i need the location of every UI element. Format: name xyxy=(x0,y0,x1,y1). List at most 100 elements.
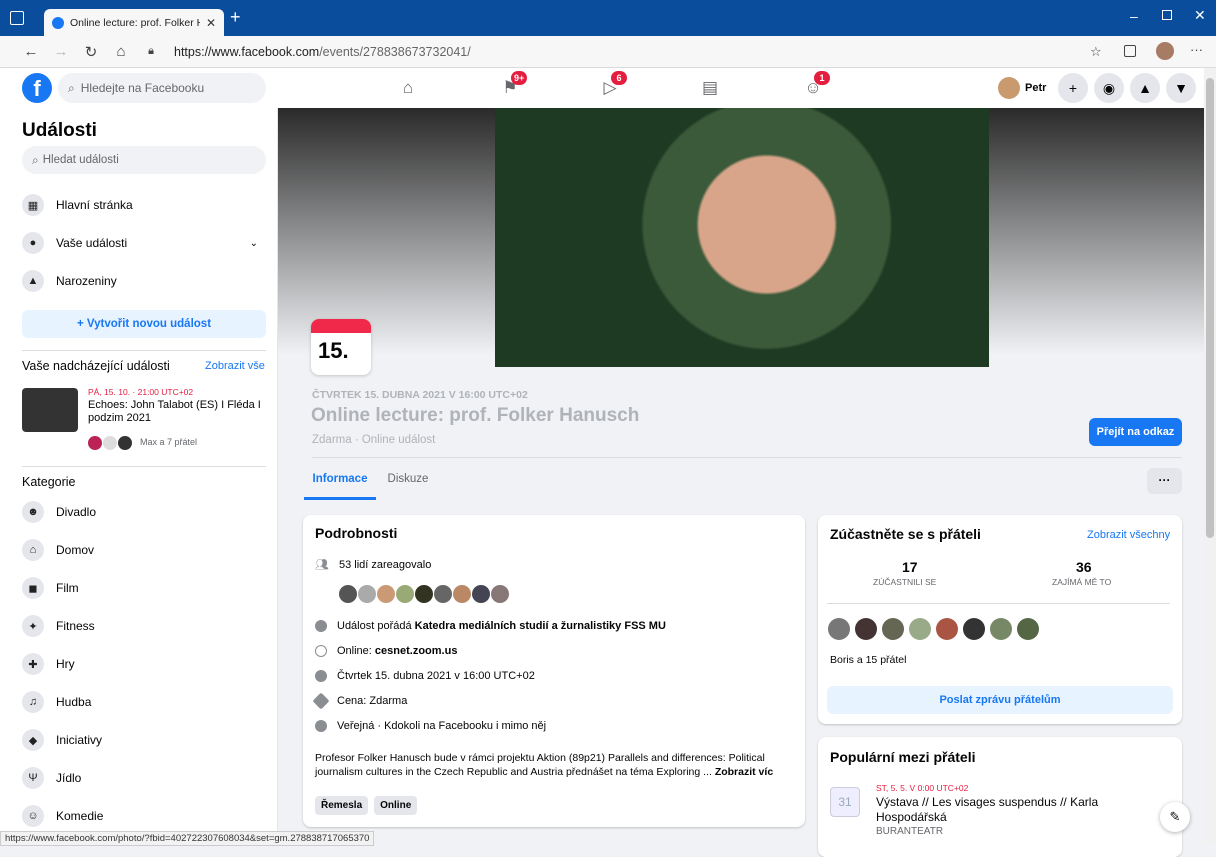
host-link[interactable]: Katedra mediálních studií a žurnalistiky… xyxy=(415,620,666,632)
attended-count[interactable]: 17 xyxy=(902,559,918,575)
collections-icon[interactable] xyxy=(1124,45,1136,57)
date-badge-day: 15. xyxy=(318,338,349,363)
reacted-avatars[interactable] xyxy=(339,585,510,603)
favorite-star-icon[interactable]: ☆ xyxy=(1090,44,1102,60)
refresh-icon[interactable]: ↻ xyxy=(76,43,106,61)
popular-event-title[interactable]: Výstava // Les visages suspendus // Karl… xyxy=(876,795,1136,825)
pages-nav-icon[interactable]: ⚑ 9+ xyxy=(497,71,528,100)
category-komedie[interactable]: ☺ Komedie xyxy=(22,805,103,827)
back-arrow-icon[interactable]: ← xyxy=(16,43,46,60)
friend-avatars[interactable] xyxy=(828,618,1040,640)
online-link[interactable]: cesnet.zoom.us xyxy=(375,645,458,657)
browser-tab[interactable]: Online lecture: prof. Folker Hanu ✕ xyxy=(44,9,224,36)
event-subtitle: Zdarma · Online událost xyxy=(312,434,436,446)
create-event-button[interactable]: + Vytvořit novou událost xyxy=(22,310,266,338)
time-text: Čtvrtek 15. dubna 2021 v 16:00 UTC+02 xyxy=(337,670,535,682)
attend-with-friends-card: Zúčastněte se s přáteli Zobrazit všechny… xyxy=(818,515,1182,724)
interested-count[interactable]: 36 xyxy=(1076,559,1092,575)
minimize-icon[interactable]: – xyxy=(1130,8,1138,24)
page-scrollbar[interactable] xyxy=(1204,68,1216,845)
details-title: Podrobnosti xyxy=(315,525,398,541)
tab-informace[interactable]: Informace xyxy=(304,463,376,500)
ribbon-icon: ◆ xyxy=(22,729,44,751)
watch-nav-icon[interactable]: ▷ 6 xyxy=(597,71,627,100)
marketplace-nav-icon[interactable]: ▤ xyxy=(697,76,723,100)
cake-icon: ▲ xyxy=(22,270,44,292)
house-icon: ⌂ xyxy=(22,539,44,561)
category-film[interactable]: ◼ Film xyxy=(22,577,79,599)
profile-avatar[interactable] xyxy=(1156,42,1174,60)
user-avatar xyxy=(998,77,1020,99)
category-hudba[interactable]: ♫ Hudba xyxy=(22,691,91,713)
sidebar-item-label: Narozeniny xyxy=(56,274,117,288)
chevron-down-icon[interactable]: ⌄ xyxy=(250,238,258,249)
maximize-icon[interactable] xyxy=(1162,10,1172,20)
details-card: Podrobnosti 👥︎ 53 lidí zareagovalo Událos… xyxy=(303,515,805,827)
tab-diskuze[interactable]: Diskuze xyxy=(382,463,434,500)
message-friends-button[interactable]: Poslat zprávu přátelům xyxy=(827,686,1173,714)
home-nav-icon[interactable]: ⌂ xyxy=(395,76,421,100)
upcoming-show-all-link[interactable]: Zobrazit vše xyxy=(205,360,265,372)
category-iniciativy[interactable]: ◆ Iniciativy xyxy=(22,729,102,751)
forward-arrow-icon[interactable]: → xyxy=(46,43,76,60)
messenger-icon[interactable]: ◉ xyxy=(1094,73,1124,103)
film-camera-icon: ◼ xyxy=(22,577,44,599)
friends-show-all-link[interactable]: Zobrazit všechny xyxy=(1087,529,1170,541)
sidebar-item-birthdays[interactable]: ▲ Narozeniny xyxy=(22,270,117,292)
user-profile-link[interactable]: Petr xyxy=(998,77,1046,99)
cutlery-icon: Ψ xyxy=(22,767,44,789)
sidebar-divider xyxy=(22,466,266,467)
close-window-icon[interactable]: ✕ xyxy=(1194,7,1206,24)
show-more-link[interactable]: Zobrazit víc xyxy=(715,766,773,778)
status-bar-url: https://www.facebook.com/photo/?fbid=402… xyxy=(0,831,375,846)
events-search-input[interactable]: ⌕ Hledat události xyxy=(22,146,266,174)
create-event-label: + Vytvořit novou událost xyxy=(76,318,212,330)
person-icon xyxy=(315,620,327,632)
upcoming-title: Vaše nadcházející události xyxy=(22,359,170,373)
groups-nav-icon[interactable]: ☺ 1 xyxy=(800,71,830,100)
category-label: Hudba xyxy=(56,695,92,709)
sidebar-divider xyxy=(22,350,266,351)
create-plus-icon[interactable]: + xyxy=(1058,73,1088,103)
groups-badge: 1 xyxy=(814,71,830,85)
facebook-logo-icon[interactable]: f xyxy=(22,73,52,103)
category-hry[interactable]: ✚ Hry xyxy=(22,653,75,675)
sidebar-item-home[interactable]: ▦ Hlavní stránka xyxy=(22,194,133,216)
category-fitness[interactable]: ✦ Fitness xyxy=(22,615,95,637)
host-row: Událost pořádá Katedra mediálních studií… xyxy=(315,620,666,632)
tag-remesla[interactable]: Řemesla xyxy=(315,796,369,815)
close-tab-icon[interactable]: ✕ xyxy=(206,16,216,30)
account-chevron-icon[interactable]: ▼ xyxy=(1166,73,1196,103)
calendar-icon: 31 xyxy=(830,787,860,817)
category-jidlo[interactable]: Ψ Jídlo xyxy=(22,767,81,789)
friends-card-title: Zúčastněte se s přáteli xyxy=(830,526,981,542)
go-to-link-button[interactable]: Přejít na odkaz xyxy=(1089,418,1182,446)
category-label: Hry xyxy=(56,657,75,671)
upcoming-event-item[interactable]: PÁ, 15. 10. · 21:00 UTC+02 Echoes: John … xyxy=(22,386,266,456)
scrollbar-thumb[interactable] xyxy=(1206,78,1214,538)
categories-title: Kategorie xyxy=(22,475,76,489)
facebook-search-input[interactable]: ⌕ Hledejte na Facebooku xyxy=(58,73,266,103)
host-text: Událost pořádá Katedra mediálních studií… xyxy=(337,620,666,632)
tag-online[interactable]: Online xyxy=(374,796,418,815)
tab-actions-icon[interactable] xyxy=(10,11,24,25)
menu-icon[interactable]: ··· xyxy=(1190,42,1203,57)
new-message-button[interactable]: ✎ xyxy=(1160,802,1190,832)
game-controller-icon: ✚ xyxy=(22,653,44,675)
category-divadlo[interactable]: ☻ Divadlo xyxy=(22,501,96,523)
reacted-text[interactable]: 53 lidí zareagovalo xyxy=(339,559,431,571)
category-label: Iniciativy xyxy=(56,733,103,747)
category-label: Fitness xyxy=(56,619,95,633)
category-label: Film xyxy=(56,581,79,595)
notifications-bell-icon[interactable]: ▲ xyxy=(1130,73,1160,103)
url-field[interactable]: https://www.facebook.com/events/27883867… xyxy=(174,45,471,59)
home-icon[interactable]: ⌂ xyxy=(106,43,136,60)
new-tab-icon[interactable]: + xyxy=(230,7,241,28)
search-icon: ⌕ xyxy=(32,152,39,167)
attended-label: ZÚČASTNILI SE xyxy=(873,577,937,587)
sidebar-item-your-events[interactable]: ● Vaše události ⌄ xyxy=(22,232,258,254)
tag-list: Řemesla Online xyxy=(315,796,423,815)
category-domov[interactable]: ⌂ Domov xyxy=(22,539,94,561)
more-options-button[interactable]: ··· xyxy=(1147,468,1182,494)
globe-icon xyxy=(315,645,327,657)
